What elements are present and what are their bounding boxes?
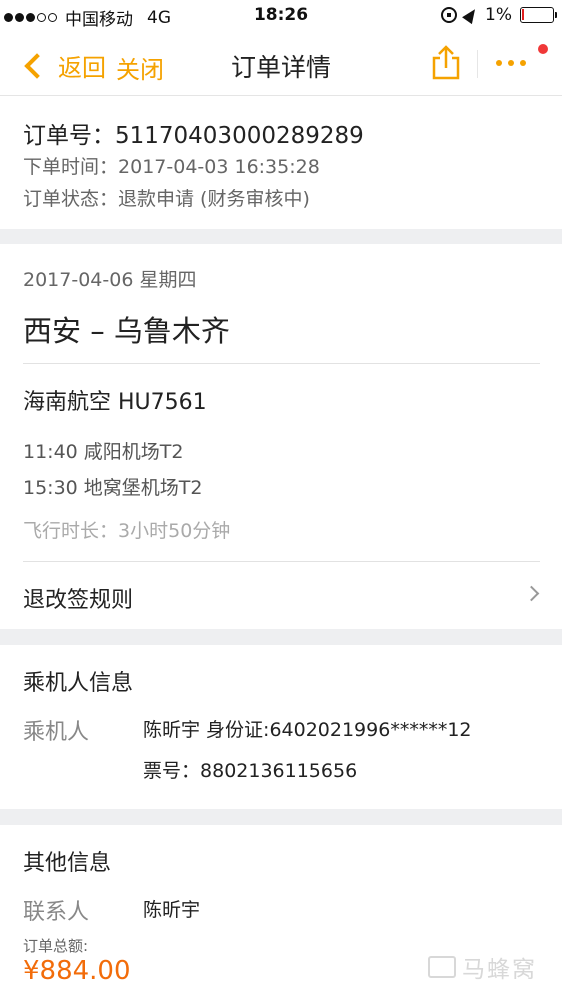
notification-dot — [538, 44, 548, 54]
more-icon[interactable] — [496, 60, 526, 66]
passenger-label: 乘机人 — [23, 720, 90, 745]
refund-rules-label[interactable]: 退改签规则 — [23, 582, 133, 614]
order-status-label: 订单状态： — [23, 188, 119, 210]
chat-bubble-icon — [428, 956, 456, 978]
order-number-label: 订单号： — [23, 123, 115, 149]
order-number: 订单号：51170403000289289 — [23, 116, 364, 150]
flight-arrival: 15:30 地窝堡机场T2 — [23, 477, 203, 499]
section-divider — [0, 629, 562, 645]
order-status: 订单状态：退款申请 (财务审核中) — [23, 184, 310, 211]
battery-percent: 1% — [485, 5, 512, 25]
section-divider — [0, 809, 562, 825]
contact-label: 联系人 — [23, 900, 90, 925]
status-bar: 中国移动 4G 18:26 1% — [0, 0, 562, 32]
contact-name: 陈昕宇 — [143, 899, 201, 921]
nav-divider — [477, 50, 478, 78]
total-label: 订单总额: — [23, 937, 89, 955]
order-time-label: 下单时间： — [23, 156, 119, 178]
flight-duration: 飞行时长：3小时50分钟 — [23, 516, 230, 543]
watermark-text: 马蜂窝 — [462, 957, 537, 983]
duration-label: 飞行时长： — [23, 520, 119, 542]
duration-value: 3小时50分钟 — [118, 520, 231, 542]
divider-line — [23, 561, 540, 562]
flight-airline: 海南航空 HU7561 — [23, 390, 207, 415]
rotation-lock-icon — [441, 7, 458, 23]
flight-route: 西安 – 乌鲁木齐 — [23, 314, 230, 348]
passenger-section-title: 乘机人信息 — [23, 671, 134, 696]
order-time: 下单时间：2017-04-03 16:35:28 — [23, 152, 320, 179]
order-time-value: 2017-04-03 16:35:28 — [118, 156, 320, 178]
location-arrow-icon — [462, 5, 480, 25]
divider-line — [23, 363, 540, 364]
battery-icon — [520, 7, 557, 23]
section-divider — [0, 229, 562, 244]
order-status-value: 退款申请 (财务审核中) — [118, 188, 310, 210]
ticket-number: 票号：8802136115656 — [143, 756, 357, 783]
other-section-title: 其他信息 — [23, 851, 112, 876]
ticket-label: 票号： — [143, 760, 201, 782]
watermark: 马蜂窝 — [428, 950, 537, 984]
nav-bar: 返回 关闭 订单详情 — [0, 32, 562, 96]
order-number-value: 51170403000289289 — [115, 123, 364, 149]
passenger-name-id: 陈昕宇 身份证:6402021996******12 — [143, 719, 472, 741]
order-total: ¥884.00 — [23, 956, 131, 986]
ticket-value: 8802136115656 — [200, 760, 358, 782]
flight-date: 2017-04-06 星期四 — [23, 269, 197, 291]
status-right: 1% — [441, 5, 557, 25]
flight-departure: 11:40 咸阳机场T2 — [23, 441, 184, 463]
share-icon[interactable] — [430, 44, 462, 80]
